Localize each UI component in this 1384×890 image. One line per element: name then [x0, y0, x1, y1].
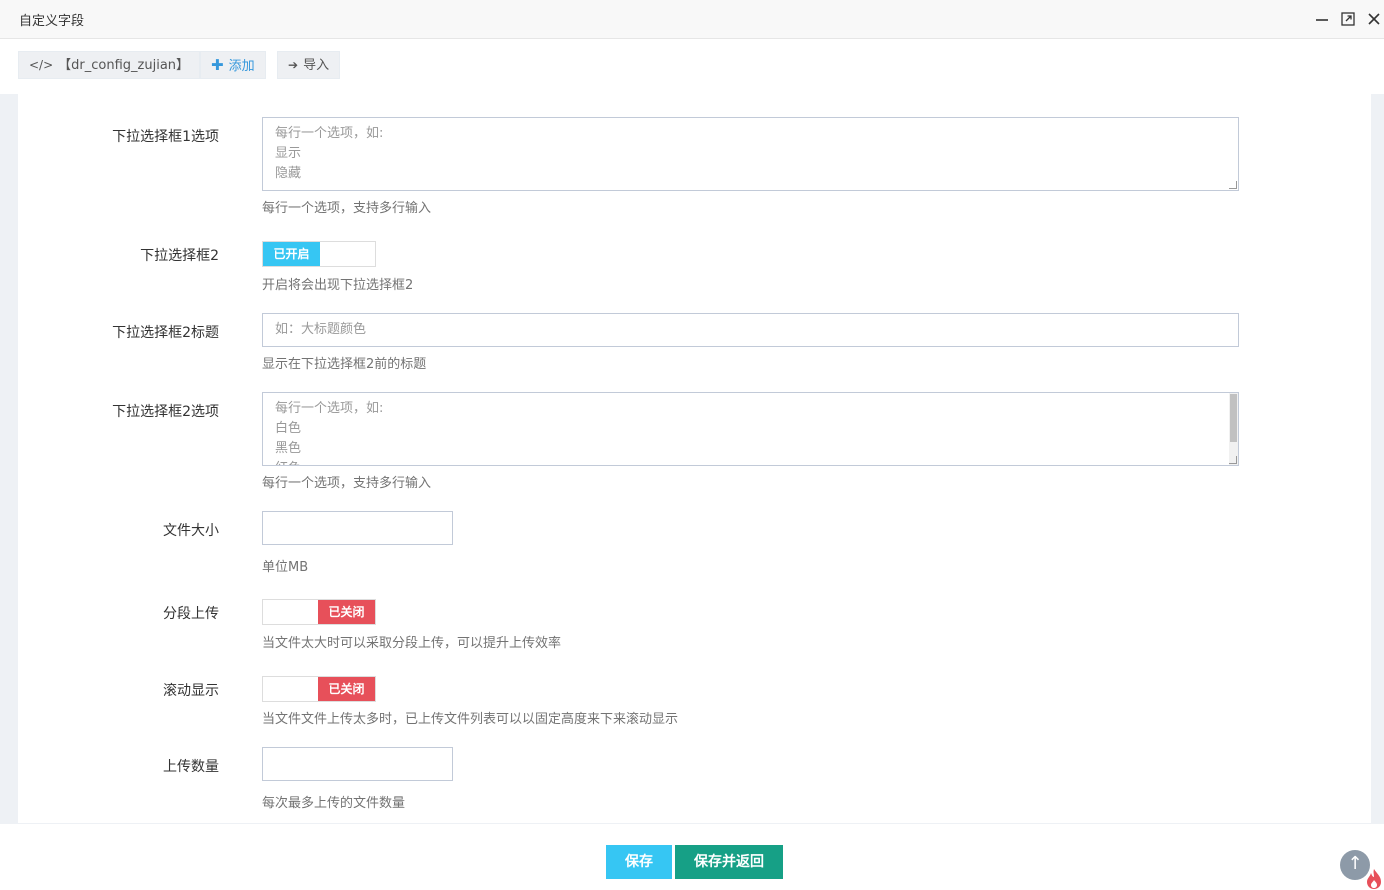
- upload-count-help: 每次最多上传的文件数量: [262, 796, 406, 811]
- upload-count-input[interactable]: [262, 747, 453, 781]
- sign-in-icon: ➔: [288, 58, 299, 72]
- select2-label: 下拉选择框2: [140, 248, 219, 264]
- minimize-button[interactable]: [1312, 9, 1332, 29]
- import-button[interactable]: ➔ 导入: [277, 51, 341, 79]
- textarea-scrollbar[interactable]: [1229, 393, 1238, 465]
- placeholder-line: 显示: [275, 146, 302, 161]
- select2-options-help: 每行一个选项，支持多行输入: [262, 476, 432, 491]
- placeholder-line: 白色: [275, 421, 302, 436]
- select2-options-textarea[interactable]: 每行一个选项，如: 白色 黑色 红色: [262, 392, 1239, 466]
- select2-title-label: 下拉选择框2标题: [112, 325, 219, 341]
- placeholder-line: 隐藏: [275, 166, 302, 181]
- code-icon: </>: [29, 58, 54, 72]
- placeholder-line: 每行一个选项，如:: [275, 126, 384, 141]
- placeholder-line: 红色: [275, 459, 1226, 465]
- config-code-label: 【dr_config_zujian】: [58, 58, 190, 73]
- chunk-upload-toggle[interactable]: 已关闭: [262, 599, 376, 625]
- form-panel: 下拉选择框1选项 每行一个选项，如: 显示 隐藏 每行一个选项，支持多行输入 下…: [18, 94, 1371, 823]
- resize-handle[interactable]: [1229, 181, 1237, 189]
- minimize-icon: [1316, 19, 1328, 21]
- page-gutter-right: [1371, 94, 1384, 823]
- page-gutter-left: [0, 94, 18, 823]
- add-button[interactable]: ✚ 添加: [200, 51, 266, 79]
- close-icon: [1368, 13, 1380, 25]
- flame-icon: [1367, 869, 1381, 889]
- select2-title-help: 显示在下拉选择框2前的标题: [262, 357, 427, 372]
- scroll-display-toggle[interactable]: 已关闭: [262, 676, 376, 702]
- add-label: 添加: [228, 59, 255, 74]
- maximize-icon: [1341, 12, 1355, 26]
- placeholder-line: 每行一个选项，如:: [275, 401, 384, 416]
- arrow-up-icon: ↑: [1347, 853, 1363, 874]
- chunk-upload-help: 当文件太大时可以采取分段上传，可以提升上传效率: [262, 636, 562, 651]
- import-label: 导入: [303, 58, 330, 73]
- config-code-button[interactable]: </> 【dr_config_zujian】: [18, 51, 201, 79]
- chunk-upload-label: 分段上传: [163, 606, 219, 622]
- placeholder-line: 黑色: [275, 441, 302, 456]
- save-and-return-button[interactable]: 保存并返回: [675, 845, 783, 879]
- select2-title-input[interactable]: 如：大标题颜色: [262, 313, 1239, 347]
- scroll-display-label: 滚动显示: [163, 683, 219, 699]
- plus-icon: ✚: [211, 56, 224, 74]
- file-size-input[interactable]: [262, 511, 453, 545]
- scroll-display-help: 当文件文件上传太多时，已上传文件列表可以以固定高度来下来滚动显示: [262, 712, 679, 727]
- toggle-off-state: 已关闭: [318, 677, 375, 701]
- select2-title-placeholder: 如：大标题颜色: [275, 322, 367, 337]
- upload-count-label: 上传数量: [163, 759, 219, 775]
- select1-options-label: 下拉选择框1选项: [112, 129, 219, 145]
- select1-options-textarea[interactable]: 每行一个选项，如: 显示 隐藏: [262, 117, 1239, 191]
- dialog-titlebar: 自定义字段: [0, 0, 1384, 39]
- select2-help: 开启将会出现下拉选择框2: [262, 278, 414, 293]
- file-size-label: 文件大小: [163, 523, 219, 539]
- close-button[interactable]: [1364, 9, 1384, 29]
- toggle-off-state: 已关闭: [318, 600, 375, 624]
- select2-options-label: 下拉选择框2选项: [112, 404, 219, 420]
- scrollbar-thumb[interactable]: [1230, 394, 1237, 442]
- file-size-help: 单位MB: [262, 560, 309, 575]
- maximize-button[interactable]: [1338, 9, 1358, 29]
- form-footer: 保存 保存并返回: [0, 823, 1384, 890]
- select1-options-help: 每行一个选项，支持多行输入: [262, 201, 432, 216]
- toolbar: </> 【dr_config_zujian】 ✚ 添加 ➔ 导入: [0, 39, 1384, 94]
- resize-handle[interactable]: [1229, 456, 1237, 464]
- dialog-title: 自定义字段: [19, 14, 85, 29]
- select2-toggle[interactable]: 已开启: [262, 241, 376, 267]
- toggle-on-state: 已开启: [263, 242, 320, 266]
- save-button[interactable]: 保存: [606, 845, 672, 879]
